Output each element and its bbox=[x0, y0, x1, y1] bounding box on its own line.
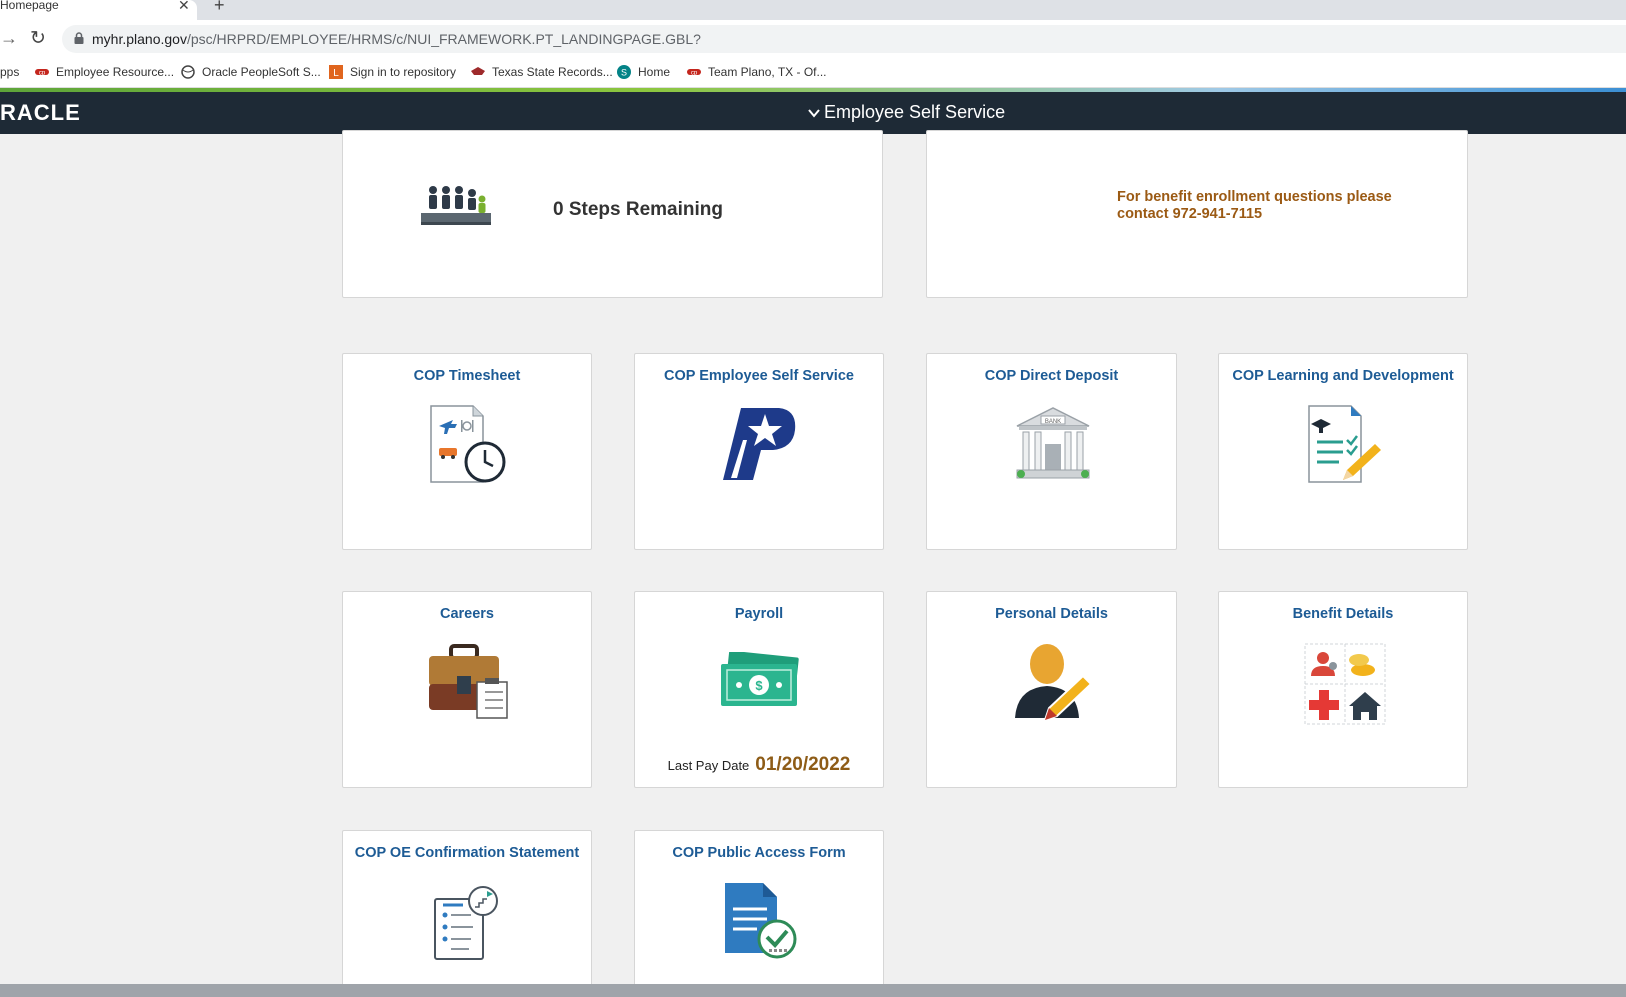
url-input[interactable]: myhr.plano.gov/psc/HRPRD/EMPLOYEE/HRMS/c… bbox=[62, 25, 1626, 53]
app-banner: RACLE Employee Self Service bbox=[0, 92, 1626, 134]
bookmark-texas-state-records[interactable]: Texas State Records... bbox=[470, 65, 613, 79]
texas-icon bbox=[471, 67, 485, 75]
confirmation-checklist-icon bbox=[434, 886, 498, 960]
plano-logo-icon bbox=[723, 408, 796, 480]
bank-label: BANK bbox=[1045, 419, 1061, 425]
tile-onboarding[interactable]: 0 Steps Remaining bbox=[342, 130, 883, 298]
bookmark-sign-in-repository[interactable]: L Sign in to repository bbox=[328, 65, 456, 79]
bookmark-oracle-peoplesoft[interactable]: Oracle PeopleSoft S... bbox=[180, 65, 321, 79]
money-icon: $ bbox=[721, 652, 799, 706]
timesheet-icon bbox=[430, 405, 506, 483]
tile-title: COP OE Confirmation Statement bbox=[354, 845, 580, 861]
repository-icon: L bbox=[329, 65, 343, 79]
tile-cop-timesheet[interactable]: COP Timesheet bbox=[342, 353, 592, 550]
bookmark-label: Team Plano, TX - Of... bbox=[708, 65, 827, 79]
form-approved-icon bbox=[725, 883, 797, 959]
benefit-enrollment-note: For benefit enrollment questions please … bbox=[1117, 189, 1392, 222]
peoplesoft-icon: cp bbox=[35, 69, 49, 77]
tile-cop-direct-deposit[interactable]: COP Direct Deposit BANK bbox=[926, 353, 1177, 550]
lock-icon bbox=[74, 32, 84, 44]
tile-benefit-details[interactable]: Benefit Details bbox=[1218, 591, 1468, 788]
tile-cop-oe-confirmation[interactable]: COP OE Confirmation Statement bbox=[342, 830, 592, 997]
last-pay-date-row: Last Pay Date 01/20/2022 bbox=[635, 754, 883, 776]
bookmarks-bar: pps cp Employee Resource... Oracle Peopl… bbox=[0, 58, 1626, 88]
tile-careers[interactable]: Careers bbox=[342, 591, 592, 788]
last-pay-date-value: 01/20/2022 bbox=[755, 754, 851, 775]
new-tab-button[interactable]: + bbox=[214, 0, 225, 16]
tile-cop-learning-development[interactable]: COP Learning and Development bbox=[1218, 353, 1468, 550]
tile-payroll[interactable]: Payroll $ Last Pay Date 01/20/2022 bbox=[634, 591, 884, 788]
bookmark-team-plano[interactable]: cp Team Plano, TX - Of... bbox=[686, 65, 827, 79]
tile-title: Personal Details bbox=[995, 606, 1108, 622]
forward-icon[interactable]: → bbox=[0, 28, 18, 49]
tile-cop-employee-self-service[interactable]: COP Employee Self Service bbox=[634, 353, 884, 550]
browser-tab-bar: Homepage ✕ + bbox=[0, 0, 1626, 20]
tile-cop-public-access-form[interactable]: COP Public Access Form bbox=[634, 830, 884, 997]
bookmark-label: Sign in to repository bbox=[350, 65, 457, 79]
bookmark-label: Employee Resource... bbox=[56, 65, 175, 79]
person-edit-icon bbox=[1015, 644, 1093, 722]
last-pay-date-label: Last Pay Date bbox=[667, 758, 750, 773]
bookmark-apps[interactable]: pps bbox=[0, 65, 19, 79]
tile-title: Careers bbox=[439, 606, 494, 622]
bookmark-home[interactable]: S Home bbox=[616, 65, 670, 79]
onboarding-icon bbox=[421, 186, 491, 225]
bank-icon: BANK bbox=[1016, 407, 1090, 479]
svg-text:cp: cp bbox=[39, 71, 46, 77]
tile-benefits-enrollment[interactable]: For benefit enrollment questions please … bbox=[926, 130, 1468, 298]
tab-title: Homepage bbox=[0, 0, 59, 12]
benefits-grid-icon bbox=[1304, 643, 1386, 725]
oracle-logo: RACLE bbox=[0, 100, 81, 125]
bottom-scroll-strip bbox=[0, 984, 1626, 997]
svg-text:cp: cp bbox=[691, 71, 698, 77]
url-text: myhr.plano.gov/psc/HRPRD/EMPLOYEE/HRMS/c… bbox=[92, 31, 701, 47]
bookmark-label: Oracle PeopleSoft S... bbox=[202, 65, 321, 79]
tile-grid: 0 Steps Remaining For benefit enrollment… bbox=[0, 130, 1626, 997]
close-icon[interactable]: ✕ bbox=[178, 0, 190, 14]
peoplesoft-icon: cp bbox=[687, 69, 701, 77]
briefcase-icon bbox=[429, 644, 508, 719]
learning-checklist-icon bbox=[1308, 405, 1381, 483]
chevron-down-icon bbox=[808, 108, 820, 118]
tile-title: COP Public Access Form bbox=[672, 845, 846, 861]
steps-remaining: 0 Steps Remaining bbox=[553, 199, 723, 220]
tile-personal-details[interactable]: Personal Details bbox=[926, 591, 1177, 788]
address-bar-row: → ↻ myhr.plano.gov/psc/HRPRD/EMPLOYEE/HR… bbox=[0, 20, 1626, 58]
tile-title: COP Direct Deposit bbox=[984, 368, 1119, 384]
homepage-selector[interactable]: Employee Self Service bbox=[808, 102, 1005, 123]
tile-title: Benefit Details bbox=[1292, 606, 1394, 622]
tile-title: COP Learning and Development bbox=[1232, 368, 1454, 384]
svg-text:L: L bbox=[333, 68, 339, 79]
sharepoint-icon: S bbox=[617, 65, 631, 79]
page-title: Employee Self Service bbox=[824, 102, 1006, 122]
tile-title: COP Timesheet bbox=[413, 368, 521, 384]
globe-icon bbox=[181, 65, 195, 79]
tile-title: COP Employee Self Service bbox=[664, 368, 854, 384]
bookmark-label: pps bbox=[0, 65, 20, 79]
dollar-sign: $ bbox=[755, 678, 763, 693]
bookmark-label: Home bbox=[638, 65, 671, 79]
bookmark-label: Texas State Records... bbox=[492, 65, 613, 79]
browser-tab[interactable]: Homepage ✕ bbox=[0, 0, 197, 20]
svg-text:S: S bbox=[621, 68, 627, 78]
tile-title: Payroll bbox=[734, 606, 784, 622]
reload-icon[interactable]: ↻ bbox=[30, 27, 46, 50]
bookmark-employee-resource[interactable]: cp Employee Resource... bbox=[34, 65, 174, 79]
